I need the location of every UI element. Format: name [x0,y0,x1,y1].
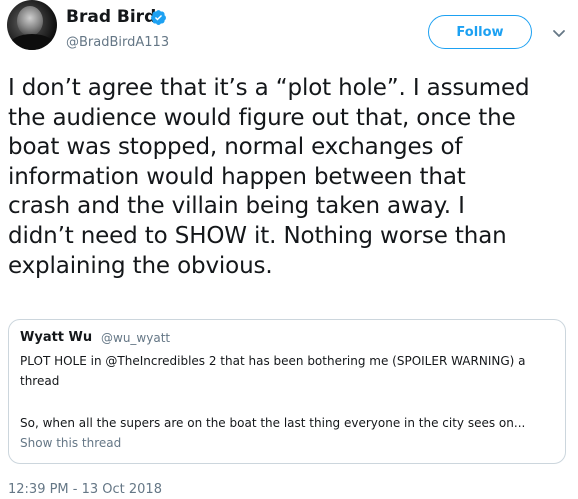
quoted-author-name: Wyatt Wu [20,330,93,345]
verified-badge-icon [151,10,166,25]
follow-button[interactable]: Follow [428,15,532,49]
avatar-face [17,6,43,36]
quoted-text-line: PLOT HOLE in @TheIncredibles 2 that has … [20,354,526,368]
author-handle[interactable]: @BradBirdA113 [66,35,169,51]
quoted-text-line: thread [20,374,60,388]
quoted-text-line: So, when all the supers are on the boat … [20,416,526,430]
show-thread-link[interactable]: Show this thread [20,436,121,450]
tweet-card: Brad Bird @BradBirdA113 Follow I don’t a… [0,0,578,499]
quoted-author-handle: @wu_wyatt [101,331,171,345]
chevron-down-icon[interactable] [552,29,566,39]
avatar[interactable] [7,0,57,50]
quoted-tweet[interactable]: Wyatt Wu @wu_wyatt PLOT HOLE in @TheIncr… [8,319,566,464]
avatar-shoulders [9,34,55,50]
tweet-timestamp[interactable]: 12:39 PM - 13 Oct 2018 [8,482,162,497]
tweet-text: I don’t agree that it’s a “plot hole”. I… [8,75,530,279]
author-display-name[interactable]: Brad Bird [66,7,156,27]
